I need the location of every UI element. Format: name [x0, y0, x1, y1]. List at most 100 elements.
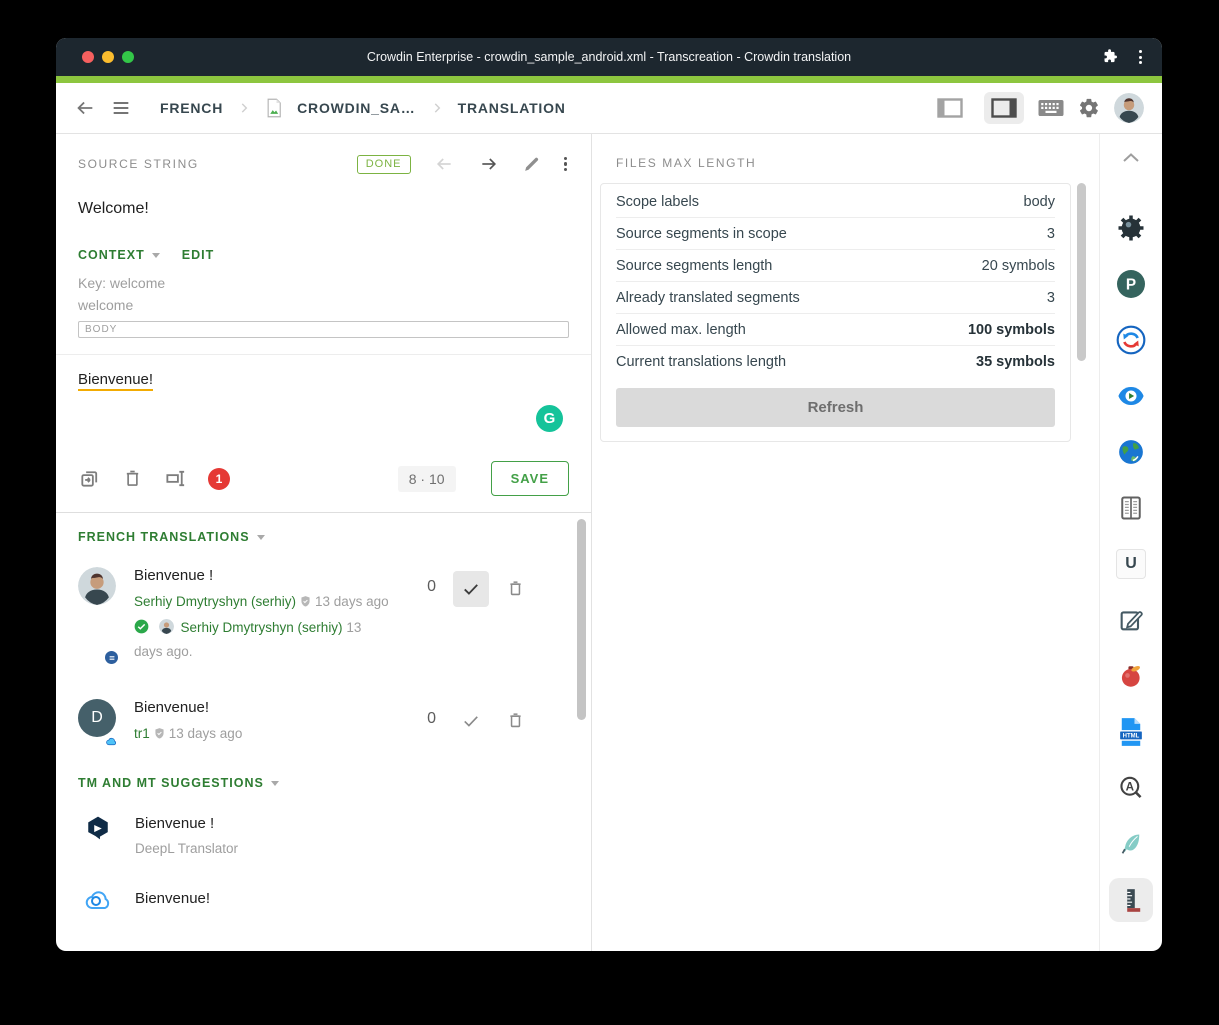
label-chip-body[interactable]: BODY [78, 321, 569, 338]
eye-preview-icon[interactable] [1114, 379, 1148, 413]
app-toolbar: FRENCH CROWDIN_SA… TRANSLATION [56, 83, 1162, 134]
translation-draft-text[interactable]: Bienvenue! [78, 371, 153, 391]
globe-translate-icon[interactable] [1114, 435, 1148, 469]
translation-entry: Bienvenue ! Serhiy Dmytryshyn (serhiy)13… [78, 567, 569, 663]
browser-menu-kebab-icon[interactable] [1137, 48, 1144, 66]
max-length-card: Scope labels body Source segments in sco… [600, 183, 1071, 442]
layout-right-panel-icon[interactable] [984, 92, 1024, 124]
compose-edit-icon[interactable] [1114, 603, 1148, 637]
approver-avatar [159, 619, 174, 634]
u-plugin-icon[interactable]: U [1114, 547, 1148, 581]
title-bar: Crowdin Enterprise - crowdin_sample_andr… [56, 38, 1162, 76]
tm-mt-section-toggle[interactable]: TM AND MT SUGGESTIONS [78, 776, 569, 790]
list-scrollbar[interactable] [577, 519, 586, 720]
extensions-puzzle-icon[interactable] [1101, 48, 1119, 66]
string-key: Key: welcome [78, 272, 569, 294]
row-value: 3 [1047, 226, 1055, 242]
close-window-button[interactable] [82, 51, 94, 63]
suggestion-text[interactable]: Bienvenue ! [135, 815, 238, 832]
cloud-badge-icon [104, 734, 119, 749]
settings-gear-icon[interactable] [1078, 97, 1100, 119]
translator-name-link[interactable]: tr1 [134, 726, 150, 741]
glossary-book-icon[interactable] [1114, 491, 1148, 525]
p-circle-icon[interactable]: P [1114, 267, 1148, 301]
editor-panel: SOURCE STRING DONE Welcome! [56, 134, 592, 951]
row-label: Source segments length [616, 258, 772, 274]
refresh-button[interactable]: Refresh [616, 388, 1055, 427]
user-avatar[interactable] [1114, 93, 1144, 123]
source-text: Welcome! [56, 174, 591, 218]
save-button[interactable]: SAVE [491, 461, 569, 496]
table-row: Scope labels body [616, 186, 1055, 218]
delete-translation-trash-icon[interactable] [122, 468, 143, 489]
row-label: Scope labels [616, 194, 699, 210]
layout-left-panel-icon[interactable] [930, 92, 970, 124]
char-counter: 8 · 10 [398, 466, 456, 492]
suggestion-row[interactable]: Bienvenue! [78, 890, 569, 917]
vote-count: 0 [427, 710, 436, 728]
translator-avatar-letter: D [78, 699, 116, 737]
context-value: welcome [78, 294, 569, 316]
suggestion-source: DeepL Translator [135, 841, 238, 856]
pomegranate-icon[interactable] [1114, 659, 1148, 693]
table-row: Already translated segments 3 [616, 282, 1055, 314]
keyboard-shortcuts-icon[interactable] [1038, 99, 1064, 117]
more-options-kebab-icon[interactable] [562, 155, 570, 174]
file-document-icon [265, 98, 283, 118]
collapse-chevron-up-icon[interactable] [1114, 146, 1148, 168]
translation-input[interactable]: Bienvenue! G [56, 355, 591, 455]
html-file-icon[interactable]: HTML [1114, 715, 1148, 749]
status-badge-done: DONE [357, 155, 411, 174]
context-dropdown[interactable]: CONTEXT [78, 248, 160, 262]
copy-source-icon[interactable] [78, 467, 101, 490]
mine-gear-icon[interactable] [1114, 211, 1148, 245]
suggestion-row[interactable]: Bienvenue ! DeepL Translator [78, 815, 569, 856]
breadcrumb-mode[interactable]: TRANSLATION [458, 100, 566, 116]
french-translations-section-toggle[interactable]: FRENCH TRANSLATIONS [78, 530, 569, 544]
table-row: Current translations length 35 symbols [616, 346, 1055, 377]
deepl-icon [85, 815, 112, 856]
search-letter-icon[interactable]: A [1114, 771, 1148, 805]
maximize-window-button[interactable] [122, 51, 134, 63]
edit-pencil-icon[interactable] [522, 155, 541, 174]
main-menu-hamburger-icon[interactable] [110, 97, 132, 119]
row-label: Current translations length [616, 354, 786, 370]
back-arrow-icon[interactable] [74, 97, 96, 119]
chevron-right-icon [430, 101, 444, 115]
select-text-icon[interactable] [164, 467, 187, 490]
translation-entry: D Bienvenue! tr1 13 days ago 0 [78, 699, 569, 747]
plugins-sidebar: P U HTML [1100, 134, 1162, 951]
sync-arrows-icon[interactable] [1114, 323, 1148, 357]
previous-string-arrow-icon[interactable] [432, 154, 456, 174]
next-string-arrow-icon[interactable] [477, 154, 501, 174]
table-row: Allowed max. length 100 symbols [616, 314, 1055, 346]
feather-quill-icon[interactable] [1114, 827, 1148, 861]
breadcrumb-file[interactable]: CROWDIN_SA… [297, 100, 415, 116]
grammarly-icon[interactable]: G [536, 405, 563, 432]
translation-time: 13 days ago [169, 726, 243, 741]
panel-scrollbar[interactable] [1077, 183, 1086, 361]
cloud-translator-icon [85, 890, 112, 917]
string-context: Key: welcome welcome [56, 262, 591, 316]
brand-accent-strip [56, 76, 1162, 83]
translation-text[interactable]: Bienvenue! [134, 699, 390, 716]
approve-translation-button[interactable] [453, 703, 489, 739]
row-value: 20 symbols [982, 258, 1055, 274]
translation-text[interactable]: Bienvenue ! [134, 567, 390, 584]
translator-name-link[interactable]: Serhiy Dmytryshyn (serhiy) [134, 594, 296, 609]
minimize-window-button[interactable] [102, 51, 114, 63]
context-label: CONTEXT [78, 248, 145, 262]
approver-name-link[interactable]: Serhiy Dmytryshyn (serhiy) [181, 620, 343, 635]
issues-count-badge[interactable]: 1 [208, 468, 230, 490]
row-value: 35 symbols [976, 354, 1055, 370]
approve-translation-button[interactable] [453, 571, 489, 607]
source-string-header: SOURCE STRING [78, 157, 199, 171]
delete-translation-icon[interactable] [506, 711, 525, 735]
length-ruler-icon[interactable] [1109, 878, 1153, 922]
delete-translation-icon[interactable] [506, 579, 525, 603]
breadcrumb-language[interactable]: FRENCH [160, 100, 223, 116]
edit-context-button[interactable]: EDIT [182, 248, 214, 262]
suggestion-text[interactable]: Bienvenue! [135, 890, 210, 907]
row-label: Allowed max. length [616, 322, 746, 338]
approved-check-icon [134, 619, 149, 641]
